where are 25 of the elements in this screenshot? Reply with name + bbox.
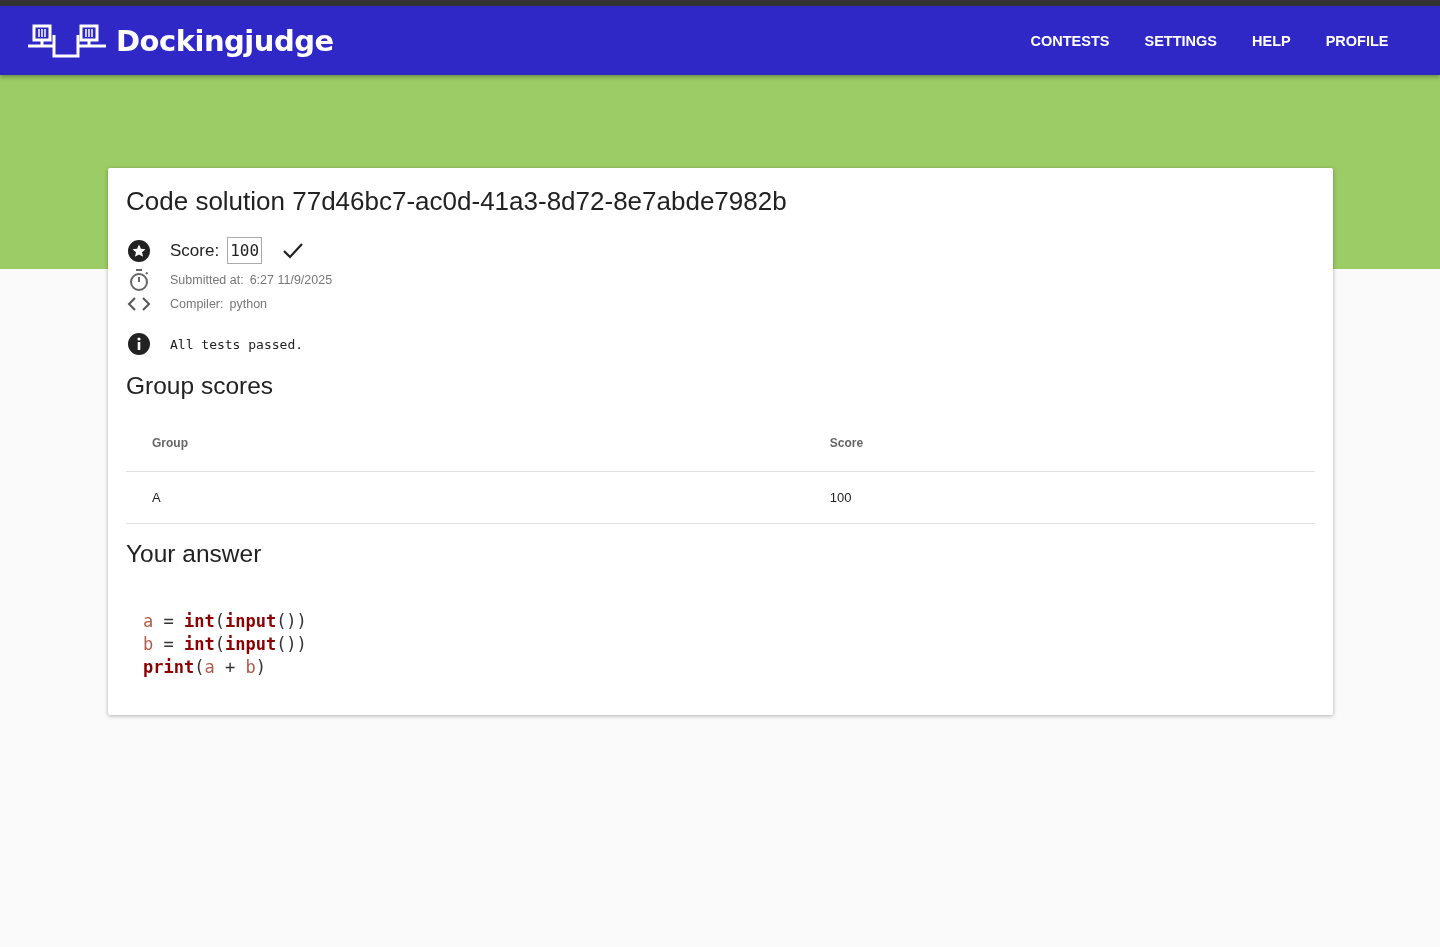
score-value: 100 [227,237,263,264]
code-line: print(a + b) [143,656,266,679]
nav-link[interactable]: CONTESTS [1013,24,1127,57]
nav-link[interactable]: SETTINGS [1126,24,1235,57]
solution-title: Code solution 77d46bc7-ac0d-41a3-8d72-8e7abde7982b [126,186,788,217]
result-message: All tests passed. [170,336,304,352]
submitted-label: Submitted at: [170,273,244,287]
section-title: Your answer [126,540,263,568]
nav-link[interactable]: PROFILE [1308,24,1406,57]
column-header: Group [126,418,804,472]
column-header: Score [803,418,1315,472]
code-line: a = int(input()) [143,610,307,633]
info-icon [126,332,152,356]
table-cell: A [126,471,804,524]
compiler-value: python [229,297,268,311]
code-icon [126,296,152,312]
code-line: b = int(input()) [143,633,307,656]
nav-link[interactable]: HELP [1234,24,1309,57]
section-title: Group scores [126,372,275,400]
submitted-time: 6:27 11/9/2025 [249,273,333,287]
score-label: Score: [170,240,220,261]
compiler-label: Compiler: [170,297,224,311]
table-cell: 100 [803,471,1315,524]
brand-name[interactable]: Dockingjudge [116,23,334,58]
logo-icon [26,22,108,59]
